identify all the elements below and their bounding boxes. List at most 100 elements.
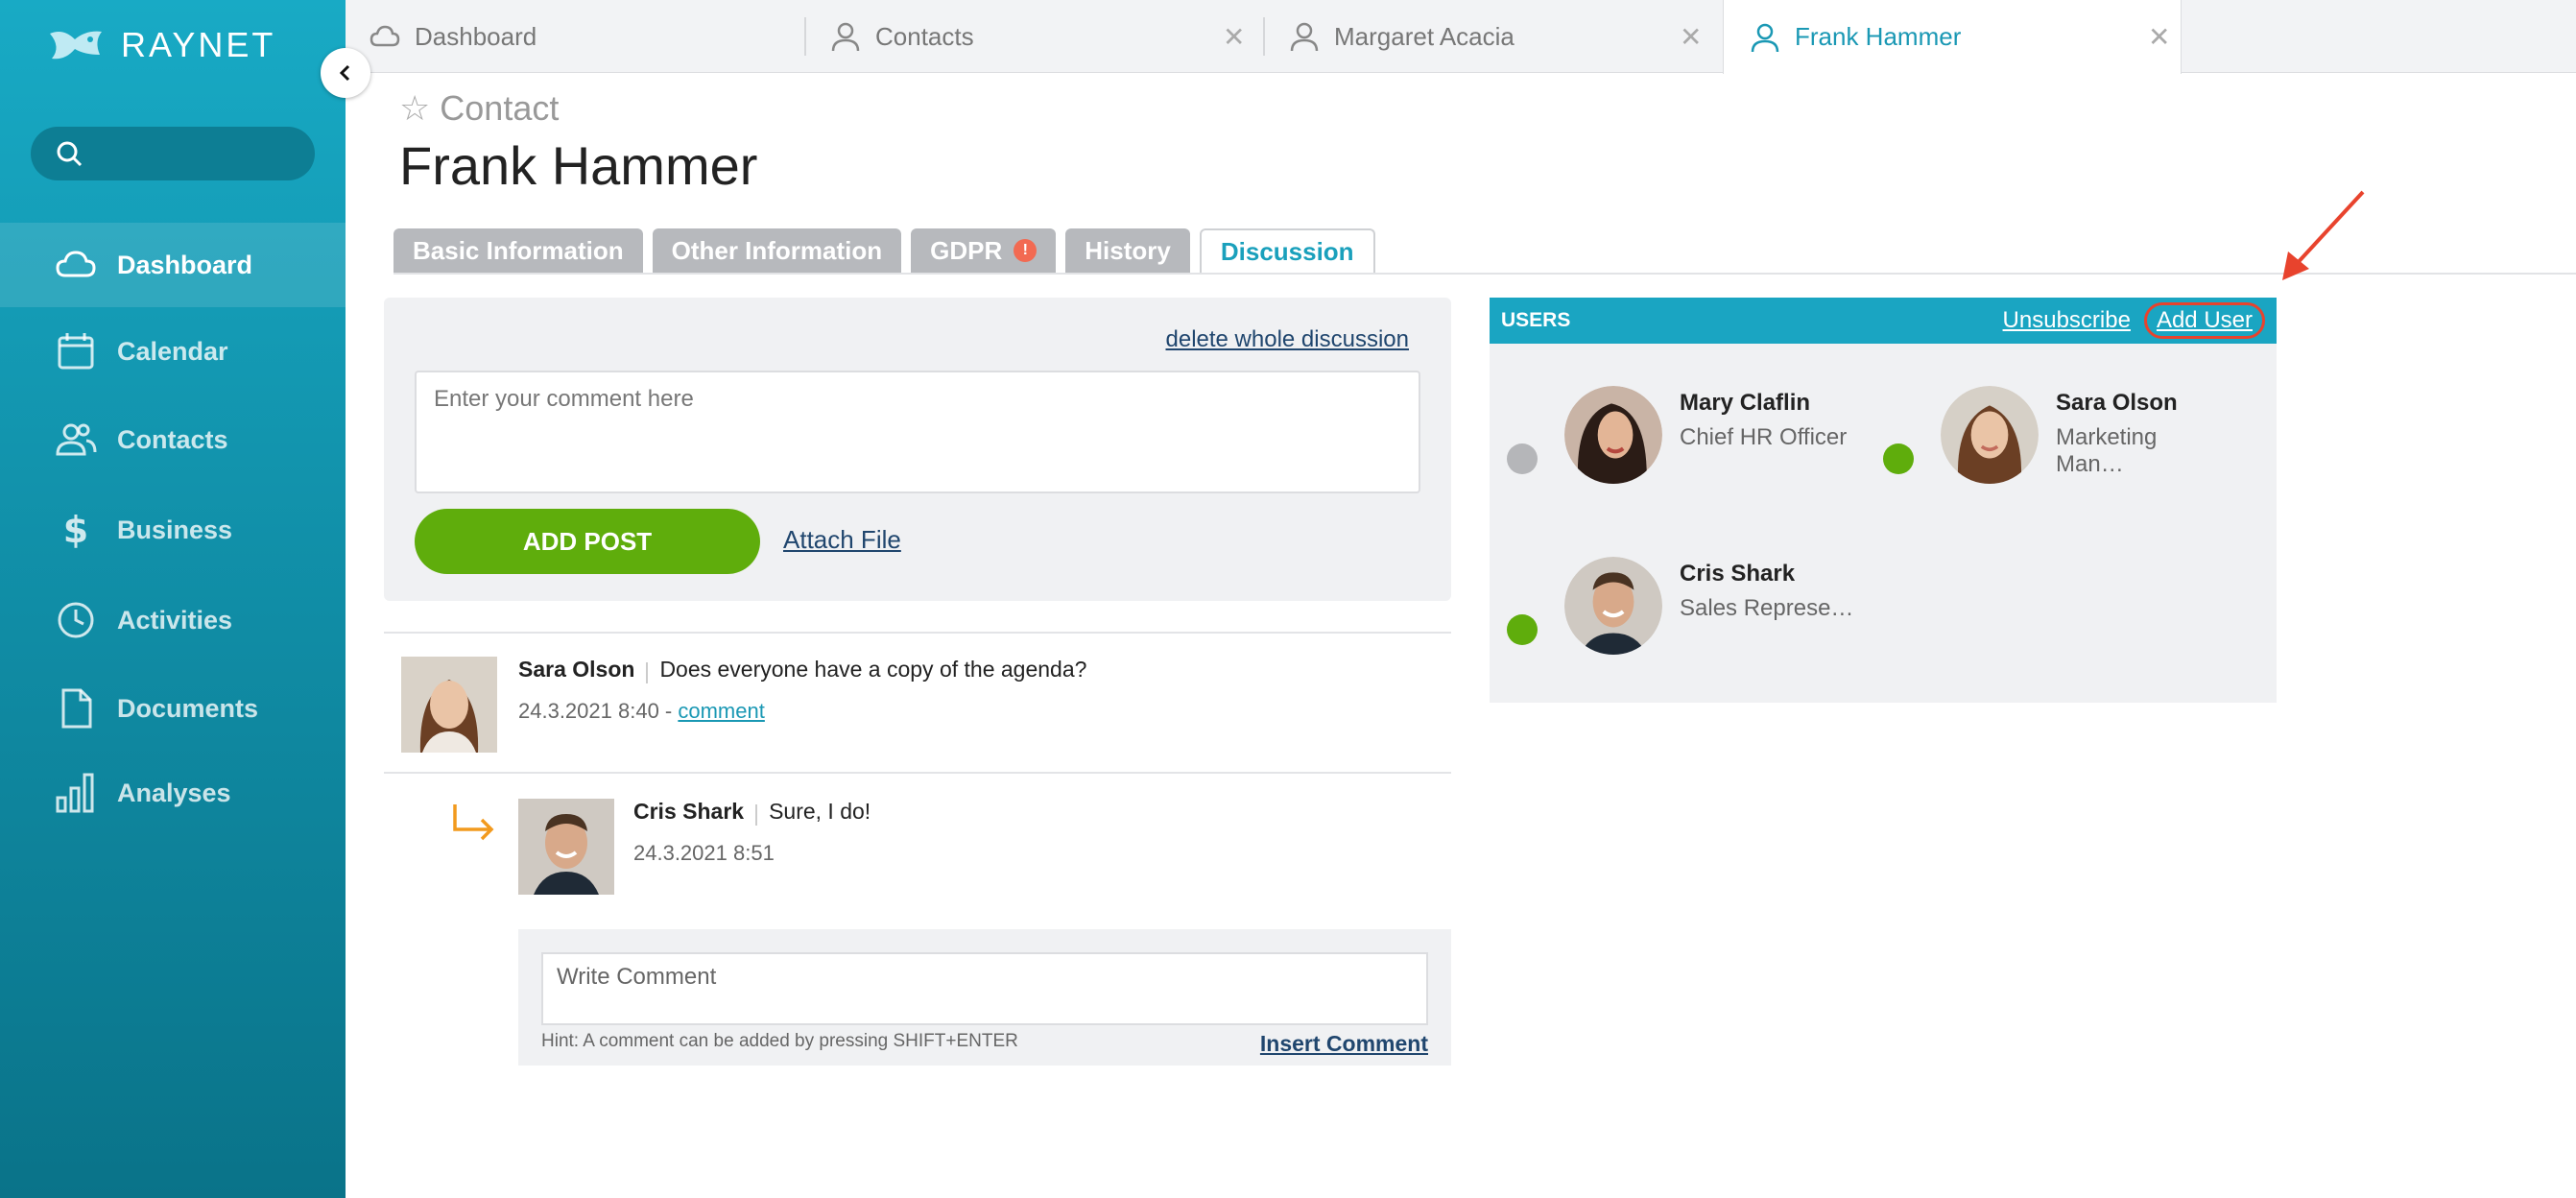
bar-chart-icon	[56, 773, 94, 813]
separator	[646, 661, 649, 683]
tab-label: Basic Information	[413, 235, 624, 265]
message-text: Does everyone have a copy of the agenda?	[659, 657, 1087, 682]
svg-text:$: $	[63, 509, 88, 551]
message-author[interactable]: Cris Shark	[633, 799, 744, 824]
page-title: Frank Hammer	[399, 135, 758, 196]
sidebar-nav: Dashboard Calendar Contacts $ Business A…	[0, 223, 346, 833]
sidebar-item-label: Contacts	[117, 424, 228, 454]
tab-label: Discussion	[1220, 236, 1354, 266]
status-dot	[1507, 443, 1538, 474]
search-input[interactable]	[96, 141, 288, 166]
collapse-sidebar-button[interactable]	[321, 48, 370, 98]
sidebar-item-calendar[interactable]: Calendar	[0, 307, 346, 395]
breadcrumb: ☆ Contact	[399, 88, 559, 129]
sidebar-item-label: Business	[117, 515, 233, 544]
comment-link[interactable]: comment	[678, 699, 764, 723]
tab-separator	[1263, 17, 1265, 56]
delete-discussion-link[interactable]: delete whole discussion	[1166, 326, 1410, 353]
users-header: USERS Unsubscribe Add User	[1490, 298, 2277, 344]
close-icon[interactable]: ✕	[1223, 21, 1245, 53]
insert-comment-link[interactable]: Insert Comment	[1260, 1031, 1428, 1057]
contacts-icon	[56, 423, 97, 456]
breadcrumb-label: Contact	[440, 88, 560, 128]
comment-input[interactable]	[415, 371, 1420, 493]
user-card[interactable]: Mary Claflin Chief HR Officer	[1490, 386, 1854, 491]
tab-label: History	[1085, 235, 1171, 265]
calendar-icon	[58, 333, 94, 370]
add-post-button[interactable]: ADD POST	[415, 509, 760, 574]
avatar	[401, 657, 497, 753]
status-dot	[1883, 443, 1914, 474]
tab-frank-hammer[interactable]: Frank Hammer ✕	[1723, 0, 2182, 74]
new-post-panel: delete whole discussion ADD POST Attach …	[384, 298, 1451, 601]
warning-badge: !	[1014, 239, 1038, 262]
tab-dashboard[interactable]: Dashboard	[369, 0, 791, 73]
avatar	[1564, 557, 1662, 655]
user-card[interactable]: Sara Olson Marketing Man…	[1866, 386, 2230, 491]
tab-label: Dashboard	[415, 21, 537, 51]
add-user-link[interactable]: Add User	[2143, 302, 2265, 339]
user-role: Sales Represe…	[1680, 595, 1854, 621]
unsubscribe-link[interactable]: Unsubscribe	[2003, 307, 2131, 334]
tab-label: Contacts	[875, 21, 974, 51]
sidebar-item-analyses[interactable]: Analyses	[0, 753, 346, 833]
user-role: Chief HR Officer	[1680, 424, 1848, 450]
reply-panel: Hint: A comment can be added by pressing…	[518, 929, 1451, 1066]
tab-other-information[interactable]: Other Information	[652, 228, 902, 273]
user-role: Marketing Man…	[2056, 424, 2158, 477]
close-icon[interactable]: ✕	[1680, 21, 1702, 53]
avatar	[1564, 386, 1662, 484]
tab-gdpr[interactable]: GDPR!	[911, 228, 1057, 273]
sidebar-item-documents[interactable]: Documents	[0, 664, 346, 753]
tab-contacts[interactable]: Contacts ✕	[829, 0, 1245, 73]
sidebar-item-activities[interactable]: Activities	[0, 576, 346, 664]
cloud-icon	[370, 25, 400, 47]
user-name: Sara Olson	[2056, 390, 2178, 416]
avatar	[518, 799, 614, 895]
user-name: Cris Shark	[1680, 561, 1796, 587]
chevron-left-icon	[339, 64, 350, 82]
divider	[384, 772, 1451, 774]
sidebar-item-label: Documents	[117, 693, 259, 723]
message-author[interactable]: Sara Olson	[518, 657, 634, 682]
tab-history[interactable]: History	[1065, 228, 1190, 273]
attach-file-link[interactable]: Attach File	[783, 525, 901, 555]
tab-margaret-acacia[interactable]: Margaret Acacia ✕	[1288, 0, 1702, 73]
sidebar-search[interactable]	[31, 127, 315, 180]
message-time: 24.3.2021 8:51	[633, 840, 775, 865]
person-icon	[831, 22, 860, 52]
sidebar-item-business[interactable]: $ Business	[0, 484, 346, 576]
message-meta: 24.3.2021 8:40 - comment	[518, 699, 1086, 724]
separator	[755, 803, 758, 826]
sidebar-item-label: Dashboard	[117, 250, 253, 279]
raynet-fish-icon	[50, 31, 102, 60]
content-tabs-divider	[394, 273, 2576, 275]
write-comment-input[interactable]	[541, 952, 1428, 1025]
tab-discussion[interactable]: Discussion	[1199, 228, 1375, 273]
sidebar: RAYNET Dashboard Calendar Contacts $ Bus…	[0, 0, 346, 1198]
user-card[interactable]: Cris Shark Sales Represe…	[1490, 557, 1854, 662]
clock-icon	[58, 602, 94, 638]
tab-separator	[804, 17, 806, 56]
cloud-icon	[56, 251, 96, 277]
sidebar-item-dashboard[interactable]: Dashboard	[0, 223, 346, 307]
dollar-icon: $	[63, 509, 88, 551]
close-icon[interactable]: ✕	[2148, 21, 2170, 53]
users-panel: USERS Unsubscribe Add User Mary Claflin …	[1490, 298, 2277, 703]
tab-label: Frank Hammer	[1795, 22, 1962, 51]
sidebar-item-label: Calendar	[117, 336, 228, 366]
content-tabs: Basic Information Other Information GDPR…	[394, 228, 1375, 273]
message-time: 24.3.2021 8:40 -	[518, 698, 673, 723]
raynet-logo[interactable]: RAYNET	[46, 21, 275, 69]
star-icon[interactable]: ☆	[399, 88, 430, 129]
tab-basic-information[interactable]: Basic Information	[394, 228, 643, 273]
status-dot	[1507, 614, 1538, 645]
logo-text: RAYNET	[121, 25, 276, 64]
avatar	[1941, 386, 2039, 484]
tab-label: Margaret Acacia	[1334, 21, 1515, 51]
tab-label: GDPR	[930, 235, 1003, 265]
person-icon	[1290, 22, 1319, 52]
tab-label: Other Information	[671, 235, 883, 265]
sidebar-item-contacts[interactable]: Contacts	[0, 395, 346, 484]
document-icon	[61, 688, 92, 729]
